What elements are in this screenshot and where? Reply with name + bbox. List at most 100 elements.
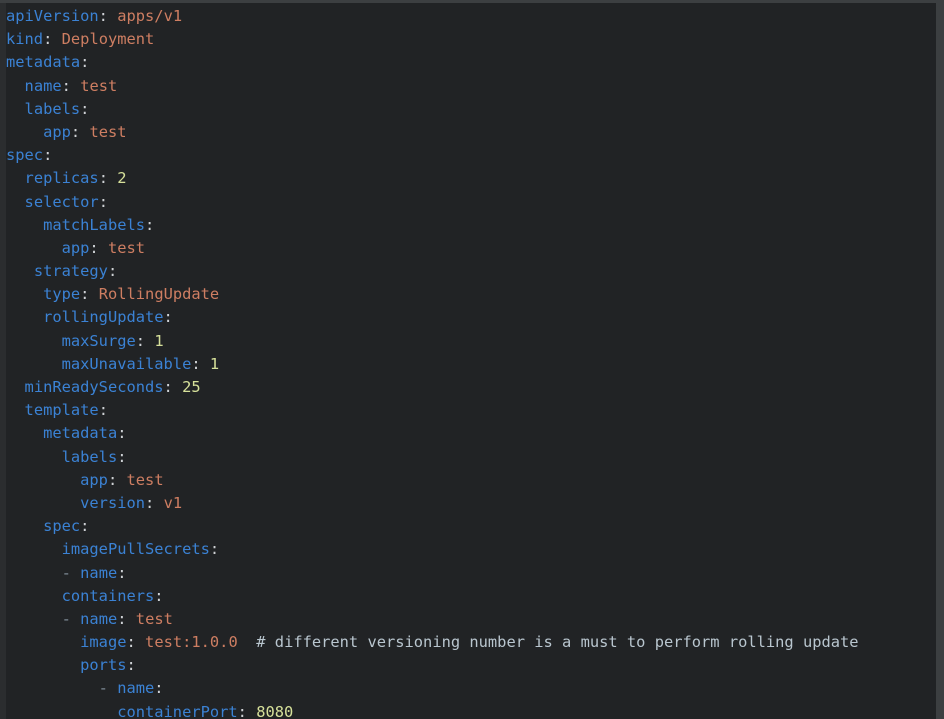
code-line[interactable]: name: test (6, 75, 859, 98)
yaml-editor[interactable]: apiVersion: apps/v1 kind: Deployment metad… (0, 0, 944, 719)
code-line[interactable]: labels: (6, 98, 859, 121)
code-line[interactable]: minReadySeconds: 25 (6, 376, 859, 399)
token-punct: : (154, 586, 164, 605)
code-line[interactable]: apiVersion: apps/v1 (6, 5, 859, 28)
code-lines[interactable]: apiVersion: apps/v1 kind: Deployment metad… (6, 3, 859, 719)
code-line[interactable]: imagePullSecrets: (6, 538, 859, 561)
token-punct: : (209, 540, 220, 559)
code-line[interactable]: spec: (6, 515, 859, 538)
code-line[interactable]: - name: test (6, 608, 859, 631)
token-punct: : (80, 517, 90, 536)
token-value: test (89, 122, 127, 141)
token-value: v1 (163, 493, 183, 512)
token-punct: : (145, 215, 155, 234)
code-line[interactable]: replicas: 2 (6, 167, 859, 190)
code-line[interactable]: spec: (6, 144, 859, 167)
token-number: 1 (154, 331, 164, 350)
token-punct: : (237, 702, 247, 719)
token-punct: : (98, 192, 108, 211)
code-line[interactable]: template: (6, 399, 859, 422)
token-key: type (43, 285, 81, 304)
code-line[interactable]: app: test (6, 121, 859, 144)
token-punct: : (145, 493, 155, 512)
code-line[interactable]: type: RollingUpdate (6, 283, 859, 306)
token-punct: : (70, 122, 81, 141)
token-punct: : (107, 470, 118, 489)
editor-top-edge (0, 0, 944, 3)
token-value: apps/v1 (117, 7, 183, 25)
token-number: 1 (209, 354, 220, 373)
token-key: app (80, 470, 108, 489)
token-value: test (126, 470, 164, 489)
token-key: app (43, 122, 71, 141)
code-line[interactable]: selector: (6, 191, 859, 214)
token-punct: : (117, 563, 127, 582)
token-punct: : (191, 354, 201, 373)
token-dash: - (61, 563, 81, 582)
code-line[interactable]: metadata: (6, 422, 859, 445)
code-line[interactable]: labels: (6, 446, 859, 469)
code-line[interactable]: image: test:1.0.0 # different versioning… (6, 631, 858, 654)
code-line[interactable]: app: test (6, 469, 859, 492)
token-punct: : (80, 99, 90, 118)
code-line[interactable]: metadata: (6, 51, 859, 74)
token-key: metadata (43, 424, 118, 443)
code-line[interactable]: containers: (6, 585, 859, 608)
token-key: labels (24, 99, 81, 118)
code-line[interactable]: kind: Deployment (6, 28, 859, 51)
token-punct: : (135, 331, 146, 350)
token-key: labels (61, 447, 118, 466)
code-line[interactable]: strategy: (6, 260, 859, 283)
token-key: spec (43, 517, 81, 536)
token-key: containers (61, 586, 155, 605)
code-line[interactable]: containerPort: 8080 (6, 701, 859, 719)
code-line[interactable]: - name: (6, 562, 859, 585)
token-dash: - (61, 609, 81, 628)
token-key: name (80, 563, 118, 582)
code-line[interactable]: app: test (6, 237, 859, 260)
code-line[interactable]: matchLabels: (6, 214, 859, 237)
code-line[interactable]: ports: (6, 654, 859, 677)
token-punct: : (80, 53, 90, 72)
code-surface[interactable]: apiVersion: apps/v1 kind: Deployment metad… (6, 3, 936, 719)
code-line[interactable]: rollingUpdate: (6, 306, 859, 329)
token-key: metadata (6, 53, 81, 72)
token-value: test (80, 76, 118, 95)
token-punct: : (107, 262, 118, 281)
code-line[interactable]: - name: (6, 677, 859, 700)
token-punct: : (154, 679, 164, 698)
token-punct: : (98, 401, 108, 420)
token-value: Deployment (61, 30, 155, 49)
token-punct: : (163, 308, 173, 327)
token-dash: - (98, 679, 118, 698)
code-line[interactable]: maxSurge: 1 (6, 330, 859, 353)
token-key: containerPort (117, 702, 238, 719)
code-line[interactable]: version: v1 (6, 492, 859, 515)
token-punct: : (126, 656, 136, 675)
code-line[interactable]: maxUnavailable: 1 (6, 353, 859, 376)
